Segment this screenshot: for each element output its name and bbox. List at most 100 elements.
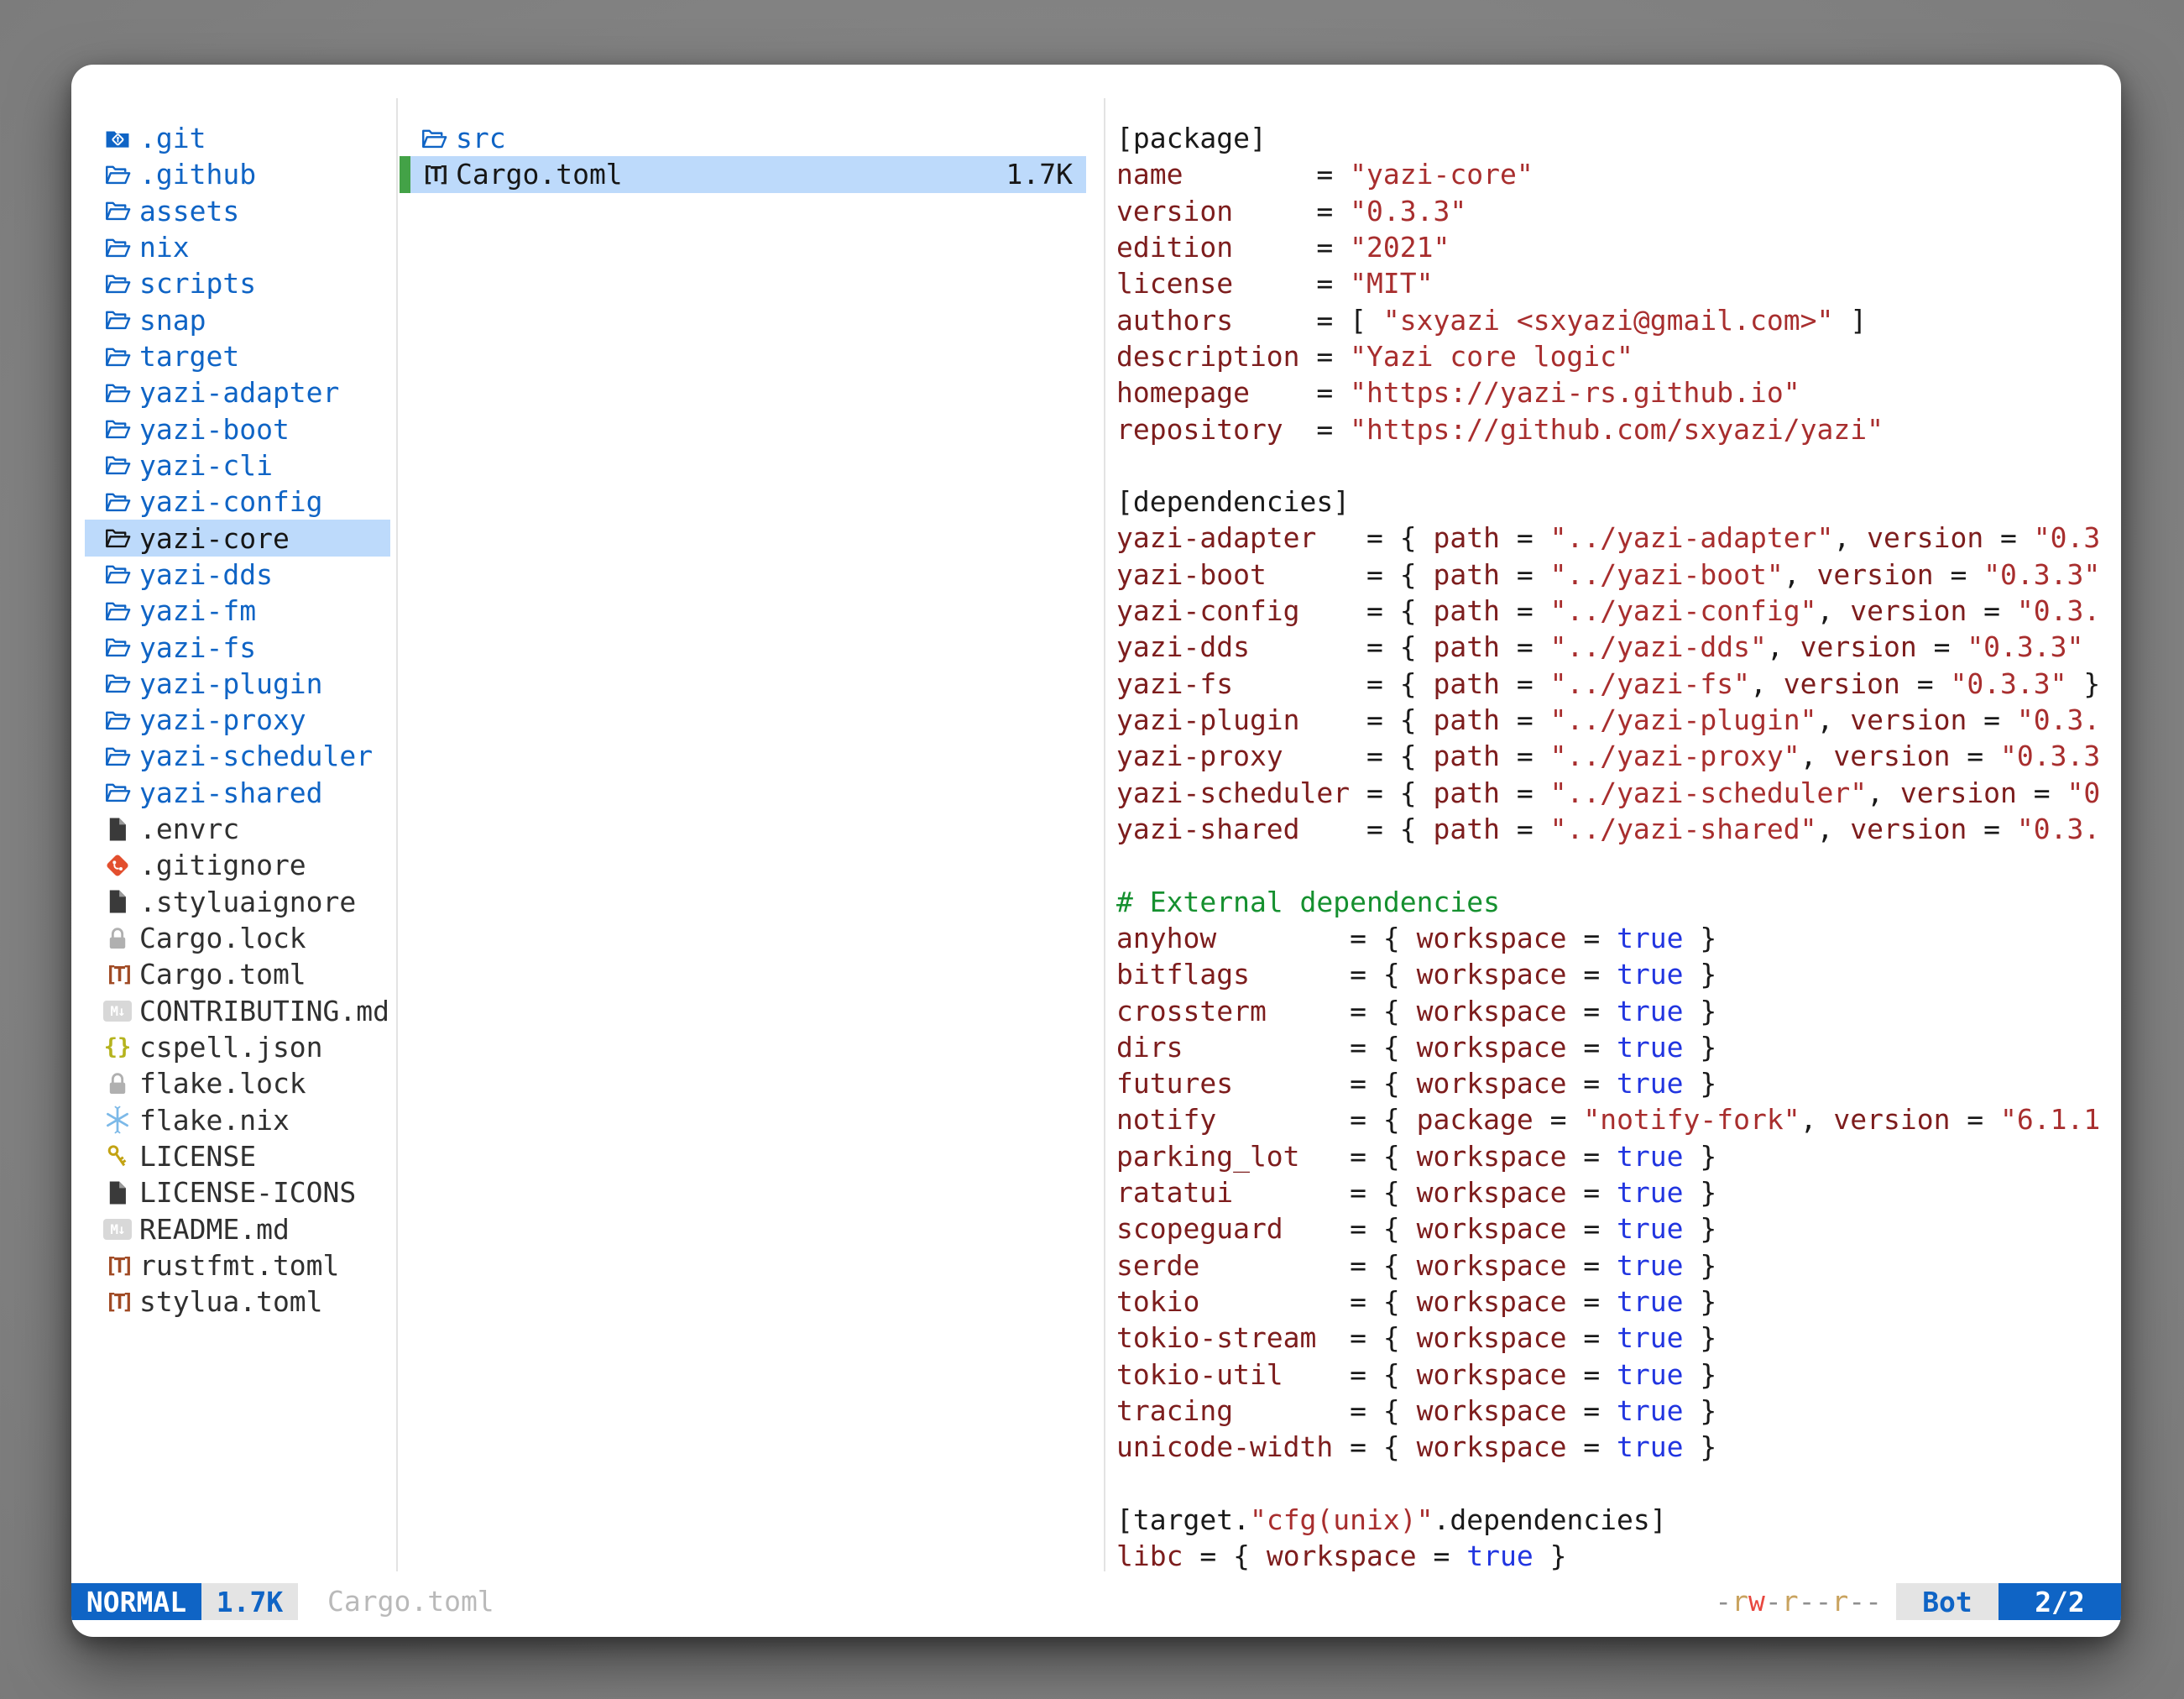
status-filename: Cargo.toml <box>327 1583 494 1620</box>
file-row-yazi-cli[interactable]: yazi-cli <box>85 447 390 484</box>
file-size: 1.7K <box>1006 158 1086 191</box>
file-name: .github <box>139 158 256 191</box>
preview-line: yazi-fs = { path = "../yazi-fs", version… <box>1116 666 2121 702</box>
preview-line <box>1116 847 2121 883</box>
file-name: LICENSE-ICONS <box>139 1176 356 1209</box>
file-row-nix[interactable]: nix <box>85 229 390 265</box>
preview-line: license = "MIT" <box>1116 265 2121 301</box>
file-row-flake-lock[interactable]: flake.lock <box>85 1065 390 1101</box>
yazi-file-manager-window: .git.githubassetsnixscriptssnaptargetyaz… <box>71 65 2121 1637</box>
file-name: rustfmt.toml <box>139 1249 339 1282</box>
open-folder-icon <box>103 596 132 626</box>
toml-icon: [T] <box>103 959 132 990</box>
file-row-gitignore[interactable]: .gitignore <box>85 847 390 883</box>
file-row-envrc[interactable]: .envrc <box>85 811 390 847</box>
file-row-scripts[interactable]: scripts <box>85 265 390 301</box>
document-icon <box>103 886 132 917</box>
file-name: Cargo.toml <box>456 158 623 191</box>
preview-line: repository = "https://github.com/sxyazi/… <box>1116 411 2121 447</box>
file-name: Cargo.lock <box>139 922 306 954</box>
preview-line: yazi-adapter = { path = "../yazi-adapter… <box>1116 520 2121 556</box>
file-row-yazi-core[interactable]: yazi-core <box>85 520 390 556</box>
file-row-github[interactable]: .github <box>85 156 390 192</box>
preview-line: edition = "2021" <box>1116 229 2121 265</box>
preview-line: yazi-boot = { path = "../yazi-boot", ver… <box>1116 557 2121 593</box>
preview-line <box>1116 1466 2121 1502</box>
open-folder-icon <box>103 523 132 553</box>
preview-line: yazi-dds = { path = "../yazi-dds", versi… <box>1116 629 2121 665</box>
file-name: .gitignore <box>139 849 306 881</box>
file-row-cargo-toml[interactable]: [T]Cargo.toml1.7K <box>400 156 1086 192</box>
parent-pane: .git.githubassetsnixscriptssnaptargetyaz… <box>85 120 390 1320</box>
preview-line: anyhow = { workspace = true } <box>1116 920 2121 956</box>
file-row-yazi-scheduler[interactable]: yazi-scheduler <box>85 738 390 774</box>
open-folder-icon <box>103 705 132 735</box>
file-name: yazi-boot <box>139 413 290 446</box>
file-row-yazi-shared[interactable]: yazi-shared <box>85 775 390 811</box>
file-name: .git <box>139 122 206 154</box>
preview-line: bitflags = { workspace = true } <box>1116 956 2121 992</box>
file-row-styluaignore[interactable]: .styluaignore <box>85 884 390 920</box>
preview-line: parking_lot = { workspace = true } <box>1116 1138 2121 1174</box>
file-row-rustfmt-toml[interactable]: [T]rustfmt.toml <box>85 1247 390 1283</box>
file-row-contributing-md[interactable]: M↓CONTRIBUTING.md <box>85 993 390 1029</box>
file-name: Cargo.toml <box>139 958 306 991</box>
preview-line: tokio = { workspace = true } <box>1116 1283 2121 1320</box>
open-folder-icon <box>103 559 132 589</box>
json-braces-icon: {} <box>103 1032 132 1062</box>
file-row-cspell-json[interactable]: {}cspell.json <box>85 1029 390 1065</box>
file-row-license-icons[interactable]: LICENSE-ICONS <box>85 1174 390 1210</box>
open-folder-icon <box>103 305 132 335</box>
file-row-yazi-dds[interactable]: yazi-dds <box>85 557 390 593</box>
file-row-yazi-fm[interactable]: yazi-fm <box>85 593 390 629</box>
file-name: CONTRIBUTING.md <box>139 995 389 1027</box>
toml-icon: [T] <box>103 1250 132 1280</box>
file-name: yazi-scheduler <box>139 740 373 772</box>
file-row-license[interactable]: LICENSE <box>85 1138 390 1174</box>
file-row-yazi-boot[interactable]: yazi-boot <box>85 411 390 447</box>
preview-line: scopeguard = { workspace = true } <box>1116 1210 2121 1247</box>
preview-line: unicode-width = { workspace = true } <box>1116 1429 2121 1465</box>
nix-snowflake-icon <box>103 1105 132 1135</box>
preview-line: futures = { workspace = true } <box>1116 1065 2121 1101</box>
file-name: flake.nix <box>139 1104 290 1137</box>
preview-line: homepage = "https://yazi-rs.github.io" <box>1116 374 2121 410</box>
file-row-yazi-plugin[interactable]: yazi-plugin <box>85 666 390 702</box>
git-icon <box>103 850 132 881</box>
preview-line: tokio-util = { workspace = true } <box>1116 1357 2121 1393</box>
git-folder-icon <box>103 123 132 154</box>
file-row-src[interactable]: src <box>400 120 1086 156</box>
file-row-stylua-toml[interactable]: [T]stylua.toml <box>85 1283 390 1320</box>
file-row-cargo-toml[interactable]: [T]Cargo.toml <box>85 956 390 992</box>
preview-line: authors = [ "sxyazi <sxyazi@gmail.com>" … <box>1116 302 2121 338</box>
file-row-cargo-lock[interactable]: Cargo.lock <box>85 920 390 956</box>
license-key-icon <box>103 1141 132 1171</box>
status-bar: NORMAL 1.7K Cargo.toml -rw-r--r-- Bot 2/… <box>71 1583 2121 1620</box>
file-name: yazi-dds <box>139 558 273 591</box>
file-name: yazi-proxy <box>139 703 306 736</box>
file-row-assets[interactable]: assets <box>85 193 390 229</box>
preview-line: tokio-stream = { workspace = true } <box>1116 1320 2121 1356</box>
file-row-yazi-config[interactable]: yazi-config <box>85 484 390 520</box>
file-name: yazi-core <box>139 522 290 555</box>
open-folder-icon <box>103 159 132 190</box>
markdown-icon: M↓ <box>103 996 132 1026</box>
file-name: flake.lock <box>139 1067 306 1100</box>
lock-icon <box>103 923 132 954</box>
file-row-yazi-fs[interactable]: yazi-fs <box>85 629 390 665</box>
toml-icon: [T] <box>103 1287 132 1317</box>
preview-line: ratatui = { workspace = true } <box>1116 1174 2121 1210</box>
preview-line: description = "Yazi core logic" <box>1116 338 2121 374</box>
file-name: assets <box>139 195 239 227</box>
preview-line: yazi-plugin = { path = "../yazi-plugin",… <box>1116 702 2121 738</box>
file-name: LICENSE <box>139 1140 256 1173</box>
file-name: nix <box>139 231 190 264</box>
file-row-git[interactable]: .git <box>85 120 390 156</box>
file-row-yazi-proxy[interactable]: yazi-proxy <box>85 702 390 738</box>
file-row-snap[interactable]: snap <box>85 302 390 338</box>
file-row-yazi-adapter[interactable]: yazi-adapter <box>85 374 390 410</box>
file-row-flake-nix[interactable]: flake.nix <box>85 1101 390 1137</box>
file-row-readme-md[interactable]: M↓README.md <box>85 1210 390 1247</box>
file-row-target[interactable]: target <box>85 338 390 374</box>
open-folder-icon <box>103 450 132 480</box>
